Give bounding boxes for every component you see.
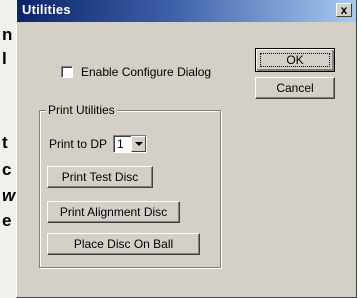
print-to-dp-row: Print to DP 1 [49,135,148,153]
cancel-button-label: Cancel [276,81,314,95]
print-alignment-disc-label: Print Alignment Disc [59,205,168,219]
enable-configure-label: Enable Configure Dialog [81,65,212,79]
background-document-strip: n l t c w e [0,0,16,298]
dialog-titlebar[interactable]: Utilities x [17,0,356,22]
print-to-dp-value: 1 [117,137,124,151]
focus-rectangle [260,53,330,67]
enable-configure-checkbox[interactable] [61,66,73,78]
place-disc-on-ball-button[interactable]: Place Disc On Ball [47,233,200,255]
background-text-line: w [2,186,16,205]
print-test-disc-button[interactable]: Print Test Disc [47,166,153,188]
print-utilities-group: Print Utilities Print to DP 1 Print Test… [39,103,221,268]
close-icon: x [340,3,348,17]
print-test-disc-label: Print Test Disc [61,170,139,184]
dialog-title: Utilities [22,2,71,17]
background-text-line: e [2,211,12,230]
background-text-line: l [2,49,7,68]
ok-button[interactable]: OK [255,48,335,72]
enable-configure-row[interactable]: Enable Configure Dialog [61,65,211,79]
background-text-line: t [2,133,8,152]
print-utilities-group-title: Print Utilities [46,103,117,117]
utilities-dialog: Utilities x Enable Configure Dialog OK C… [16,0,357,298]
cancel-button[interactable]: Cancel [255,77,335,99]
chevron-down-icon[interactable] [131,136,147,152]
print-alignment-disc-button[interactable]: Print Alignment Disc [47,201,180,223]
print-to-dp-label: Print to DP [49,137,108,151]
close-button[interactable]: x [336,3,352,17]
place-disc-on-ball-label: Place Disc On Ball [73,237,174,251]
background-text-line: c [2,160,12,179]
background-text-line: n [2,25,13,44]
print-to-dp-select[interactable]: 1 [113,135,148,153]
